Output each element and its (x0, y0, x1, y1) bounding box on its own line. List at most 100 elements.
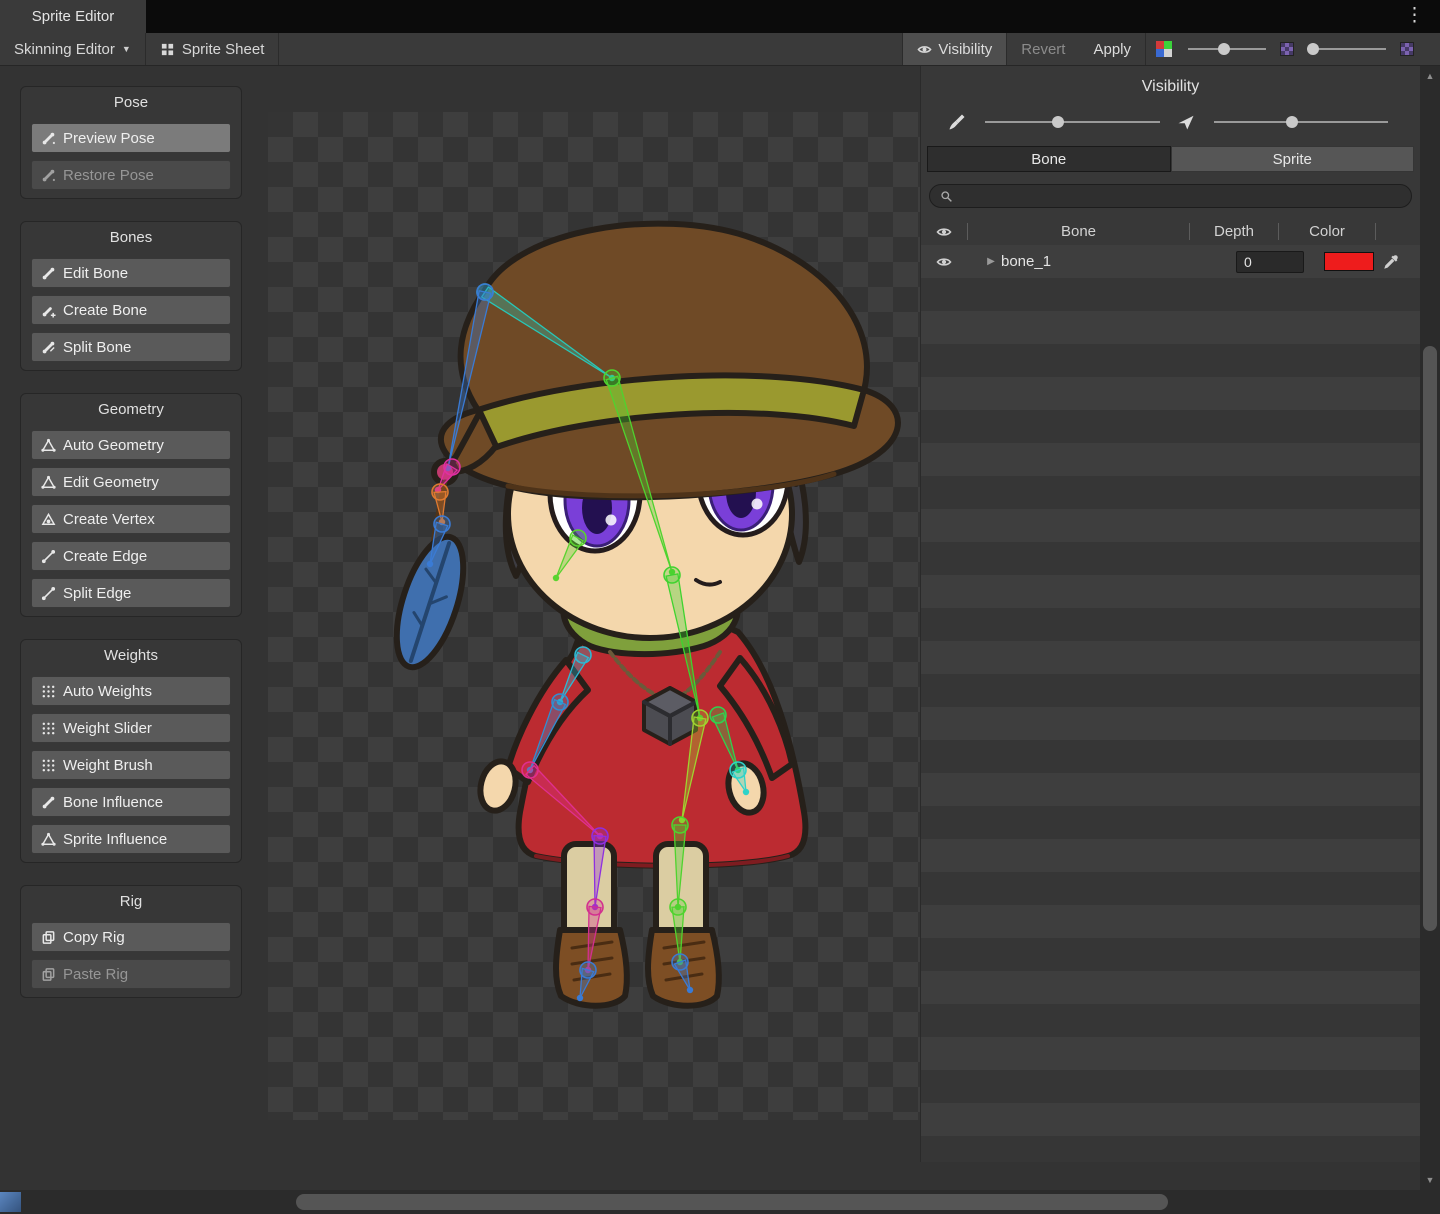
visibility-panel-title: Visibility (921, 66, 1420, 104)
edge-icon (41, 586, 56, 601)
skinning-editor-label: Skinning Editor (14, 41, 115, 58)
pose-icon (41, 131, 56, 146)
eye-header-icon[interactable] (935, 224, 953, 240)
create-bone-button[interactable]: Create Bone (31, 295, 231, 325)
geom-icon (41, 475, 56, 490)
alpha-slider-thumb[interactable] (1218, 43, 1230, 55)
create-edge-button[interactable]: Create Edge (31, 541, 231, 571)
skinning-editor-dropdown[interactable]: Skinning Editor ▼ (0, 33, 145, 65)
bone-column-header[interactable]: Bone (968, 223, 1189, 240)
button-label: Bone Influence (63, 794, 163, 811)
vertical-scroll-thumb[interactable] (1423, 346, 1437, 931)
button-label: Edit Geometry (63, 474, 159, 491)
apply-button[interactable]: Apply (1079, 33, 1145, 65)
sprite-editor-tab[interactable]: Sprite Editor (0, 0, 146, 33)
panel-title: Geometry (21, 394, 241, 423)
geometry-panel: Geometry Auto Geometry Edit Geometry Create… (20, 393, 242, 617)
sprite-sheet-icon (160, 42, 175, 57)
depth-input[interactable]: 0 (1236, 251, 1304, 273)
alpha-slider[interactable] (1188, 48, 1266, 50)
horizontal-scroll-thumb[interactable] (296, 1194, 1168, 1210)
button-label: Copy Rig (63, 929, 125, 946)
mesh-opacity-slider[interactable] (1214, 121, 1389, 123)
eyedropper-icon[interactable] (1380, 253, 1402, 271)
bone[interactable] (730, 762, 749, 795)
bone[interactable] (592, 828, 608, 910)
bone-influence-button[interactable]: Bone Influence (31, 787, 231, 817)
vertical-scrollbar[interactable]: ▲ ▼ (1420, 66, 1440, 1190)
bone-color-swatch[interactable] (1324, 252, 1374, 271)
bone[interactable] (604, 370, 675, 575)
button-label: Create Vertex (63, 511, 155, 528)
preview-pose-button[interactable]: Preview Pose (31, 123, 231, 153)
mesh-opacity-slider-thumb[interactable] (1286, 116, 1298, 128)
dots-icon (41, 684, 56, 699)
panel-title: Rig (21, 886, 241, 915)
sprite-sheet-label: Sprite Sheet (182, 41, 265, 58)
bone-row[interactable]: ▶ bone_1 0 (921, 245, 1420, 278)
auto-geometry-button[interactable]: Auto Geometry (31, 430, 231, 460)
sprite-sheet-button[interactable]: Sprite Sheet (146, 33, 279, 65)
revert-button: Revert (1007, 33, 1079, 65)
swatch-icon[interactable] (1400, 42, 1414, 56)
visibility-panel: Visibility Bone Sprite Bone De (920, 66, 1420, 1162)
row-eye-icon[interactable] (921, 254, 967, 270)
weight-brush-button[interactable]: Weight Brush (31, 750, 231, 780)
depth-column-header[interactable]: Depth (1190, 223, 1278, 240)
scroll-up-icon[interactable]: ▲ (1420, 66, 1440, 86)
bone[interactable] (672, 954, 693, 993)
create-vertex-button[interactable]: Create Vertex (31, 504, 231, 534)
sprite-canvas[interactable] (268, 112, 920, 1120)
split-edge-button[interactable]: Split Edge (31, 578, 231, 608)
auto-weights-button[interactable]: Auto Weights (31, 676, 231, 706)
bones-panel: BonesEdit BoneCreate BoneSplit Bone (20, 221, 242, 371)
bone[interactable] (577, 962, 596, 1001)
bone[interactable] (522, 762, 603, 839)
sprite-influence-button[interactable]: Sprite Influence (31, 824, 231, 854)
bone-split-icon (41, 340, 56, 355)
weight-slider-button[interactable]: Weight Slider (31, 713, 231, 743)
kebab-menu-icon[interactable]: ⋮ (1405, 4, 1424, 27)
button-label: Create Edge (63, 548, 147, 565)
bone-list: ▶ bone_1 0 (921, 245, 1420, 1162)
tab-bone[interactable]: Bone (927, 146, 1171, 172)
bone[interactable] (527, 694, 568, 773)
horizontal-scrollbar[interactable] (0, 1190, 1440, 1214)
search-icon (940, 190, 953, 203)
bone[interactable] (664, 567, 703, 721)
split-bone-button[interactable]: Split Bone (31, 332, 231, 362)
brightness-slider[interactable] (1308, 48, 1386, 50)
bone[interactable] (445, 284, 493, 471)
bone-opacity-slider[interactable] (985, 121, 1160, 123)
pose-icon (41, 168, 56, 183)
edge-icon (41, 549, 56, 564)
scroll-down-icon[interactable]: ▼ (1420, 1170, 1440, 1190)
bone[interactable] (553, 530, 586, 581)
button-label: Sprite Influence (63, 831, 167, 848)
copy-rig-button[interactable]: Copy Rig (31, 922, 231, 952)
brightness-slider-thumb[interactable] (1307, 43, 1319, 55)
visibility-toggle-button[interactable]: Visibility (902, 33, 1007, 65)
disclosure-triangle-icon[interactable]: ▶ (981, 256, 1001, 267)
bone[interactable] (679, 710, 708, 823)
tab-sprite[interactable]: Sprite (1171, 146, 1415, 172)
bone[interactable] (427, 516, 450, 567)
button-label: Auto Geometry (63, 437, 164, 454)
search-input[interactable] (958, 188, 1401, 204)
search-field[interactable] (929, 184, 1412, 208)
swatch-icon[interactable] (1280, 42, 1294, 56)
bone-overlay[interactable] (268, 112, 920, 1120)
toolbar-separator (1145, 33, 1146, 65)
toolbar-right-group: Visibility Revert Apply (902, 33, 1440, 65)
bone[interactable] (672, 817, 688, 910)
edit-bone-button[interactable]: Edit Bone (31, 258, 231, 288)
button-label: Weight Brush (63, 757, 153, 774)
bone[interactable] (477, 284, 615, 381)
edit-geometry-button[interactable]: Edit Geometry (31, 467, 231, 497)
color-column-header[interactable]: Color (1279, 223, 1375, 240)
eye-icon (917, 42, 932, 57)
rgb-channels-icon[interactable] (1156, 41, 1172, 57)
main-toolbar: Skinning Editor ▼ Sprite Sheet Visibilit… (0, 33, 1440, 66)
corner-accent[interactable] (0, 1192, 21, 1212)
bone-opacity-slider-thumb[interactable] (1052, 116, 1064, 128)
